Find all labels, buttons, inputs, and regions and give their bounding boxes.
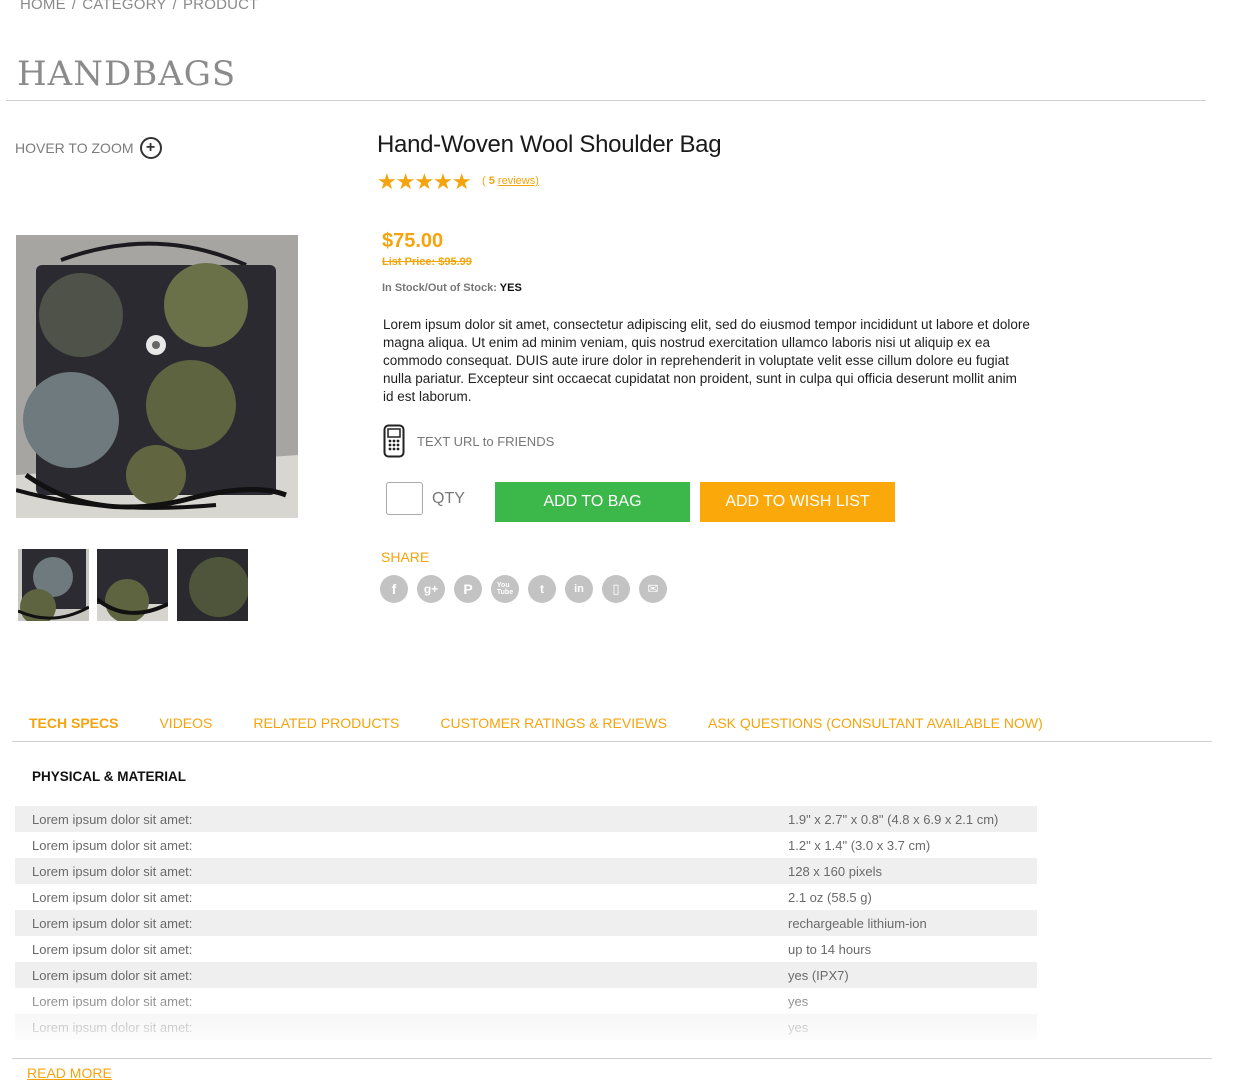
spec-value: rechargeable lithium-ion [788,915,927,931]
product-thumbnail[interactable] [17,549,90,625]
spec-value: 1.9" x 2.7" x 0.8" (4.8 x 6.9 x 2.1 cm) [788,811,999,827]
thumbnail-image [177,549,249,621]
divider [6,100,1206,101]
table-row: Lorem ipsum dolor sit amet: 2.1 oz (58.5 … [15,884,1037,910]
spec-value: 2.1 oz (58.5 g) [788,889,872,905]
list-price: List Price: $95.99 [382,256,472,268]
add-to-wishlist-button[interactable]: ADD TO WISH LIST [700,482,895,522]
read-more-link[interactable]: READ MORE [27,1065,112,1081]
facebook-icon[interactable]: f [380,575,408,603]
spec-key: Lorem ipsum dolor sit amet: [32,837,193,853]
share-icons: f g+ P You Tube t in ▯ ✉ [380,575,667,603]
spec-section-heading: PHYSICAL & MATERIAL [32,769,187,784]
spec-value: up to 14 hours [788,941,872,957]
table-row: Lorem ipsum dolor sit amet: up to 14 hour… [15,936,1037,962]
divider [12,741,1212,742]
breadcrumb-separator: / [172,0,177,13]
spec-key: Lorem ipsum dolor sit amet: [32,967,193,983]
text-url-to-friends[interactable]: TEXT URL to FRIENDS [383,424,554,458]
reviews-link[interactable]: ( 5 reviews) [482,175,539,187]
stock-label: In Stock/Out of Stock: [382,282,497,294]
spec-key: Lorem ipsum dolor sit amet: [32,889,193,905]
product-main-image[interactable] [15,235,298,518]
reviews-count: 5 [488,175,495,187]
thumbnail-image [95,549,169,623]
stock-value: YES [499,282,522,294]
breadcrumb-category-link[interactable]: CATEGORY [82,0,166,13]
table-row: Lorem ipsum dolor sit amet: 128 x 160 pix… [15,858,1037,884]
breadcrumb: HOME / CATEGORY / PRODUCT [20,0,259,13]
zoom-label: HOVER TO ZOOM [15,140,134,156]
breadcrumb-home-link[interactable]: HOME [20,0,66,13]
breadcrumb-separator: / [71,0,77,13]
thumbnail-image [17,549,90,625]
table-row: Lorem ipsum dolor sit amet: rechargeable … [15,910,1037,936]
youtube-icon[interactable]: You Tube [491,575,519,603]
product-thumbnail[interactable] [177,549,249,621]
spec-value: 1.2" x 1.4" (3.0 x 3.7 cm) [788,837,931,853]
tab-tech-specs[interactable]: TECH SPECS [29,715,118,731]
reviews-label[interactable]: reviews) [498,175,539,187]
share-label: SHARE [381,549,430,565]
qty-label: QTY [432,490,465,507]
reviews-open: ( [482,175,486,187]
twitter-icon[interactable]: t [528,575,556,603]
spec-key: Lorem ipsum dolor sit amet: [32,915,193,931]
mobile-phone-icon [383,424,405,458]
google-plus-icon[interactable]: g+ [417,575,445,603]
quantity-input[interactable] [386,482,423,515]
spec-key: Lorem ipsum dolor sit amet: [32,811,193,827]
mobile-icon[interactable]: ▯ [602,575,630,603]
product-thumbnail[interactable] [95,549,169,623]
product-tabs: TECH SPECS VIDEOS RELATED PRODUCTS CUSTO… [29,715,1084,731]
pinterest-icon[interactable]: P [454,575,482,603]
tab-related-products[interactable]: RELATED PRODUCTS [253,715,399,731]
table-row: Lorem ipsum dolor sit amet: 1.2" x 1.4" (… [15,832,1037,858]
divider [12,1058,1212,1059]
text-url-label[interactable]: TEXT URL to FRIENDS [417,434,554,449]
hover-to-zoom[interactable]: HOVER TO ZOOM + [15,137,162,159]
linkedin-icon[interactable]: in [565,575,593,603]
spec-value: 128 x 160 pixels [788,863,882,879]
tab-customer-reviews[interactable]: CUSTOMER RATINGS & REVIEWS [440,715,667,731]
spec-value: yes (IPX7) [788,967,849,983]
tab-videos[interactable]: VIDEOS [159,715,212,731]
spec-key: Lorem ipsum dolor sit amet: [32,863,193,879]
email-icon[interactable]: ✉ [639,575,667,603]
spec-key: Lorem ipsum dolor sit amet: [32,941,193,957]
breadcrumb-product-link[interactable]: PRODUCT [183,0,259,13]
product-name: Hand-Woven Wool Shoulder Bag [377,131,722,158]
page-title: HANDBAGS [17,54,237,94]
plus-circle-icon[interactable]: + [139,137,162,159]
product-description: Lorem ipsum dolor sit amet, consectetur … [383,317,1030,404]
content-fade-overlay [0,985,1100,1045]
product-price: $75.00 [382,230,444,252]
tab-ask-questions[interactable]: ASK QUESTIONS (CONSULTANT AVAILABLE NOW) [708,715,1043,731]
add-to-bag-button[interactable]: ADD TO BAG [495,482,690,522]
handbag-image [15,235,298,518]
star-rating: ★★★★★ [377,169,472,194]
table-row: Lorem ipsum dolor sit amet: 1.9" x 2.7" x… [15,806,1037,832]
stock-status: In Stock/Out of Stock: YES [382,282,522,294]
